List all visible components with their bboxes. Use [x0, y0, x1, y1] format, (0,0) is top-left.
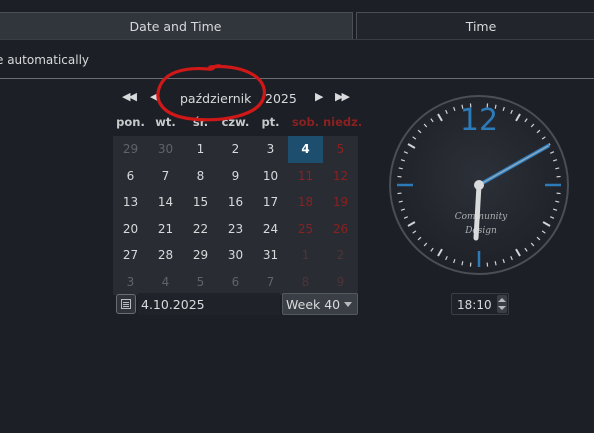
calendar-day[interactable]: 25: [288, 216, 323, 243]
calendar-day[interactable]: 23: [218, 216, 253, 243]
calendar-day[interactable]: 14: [148, 189, 183, 216]
time-spinbox[interactable]: 18:10: [451, 293, 509, 315]
calendar-day[interactable]: 16: [218, 189, 253, 216]
calendar-day[interactable]: 5: [323, 136, 358, 163]
calendar-day[interactable]: 29: [113, 136, 148, 163]
red-circle-annotation: [156, 64, 266, 122]
calendar-day[interactable]: 1: [183, 136, 218, 163]
analog-clock: 12 Community Design: [389, 95, 569, 275]
calendar-day[interactable]: 8: [288, 269, 323, 296]
calendar-day[interactable]: 13: [113, 189, 148, 216]
hour-hand: [473, 182, 482, 241]
clock-numeral-12: 12: [460, 103, 498, 138]
clock-tick: [461, 261, 464, 266]
calendar-day[interactable]: 5: [183, 269, 218, 296]
next-month-icon[interactable]: ▶: [315, 90, 324, 103]
tab-time-label: Time: [465, 18, 497, 34]
set-automatically-label[interactable]: e automatically: [0, 53, 89, 67]
tab-date-and-time[interactable]: Date and Time: [0, 12, 353, 39]
calendar-day[interactable]: 4: [148, 269, 183, 296]
weekday-header: niedz.: [323, 115, 363, 129]
calendar-day[interactable]: 18: [288, 189, 323, 216]
next-year-icon[interactable]: ▶▶: [335, 90, 350, 103]
calendar-day[interactable]: 27: [113, 242, 148, 269]
calendar-day[interactable]: 22: [183, 216, 218, 243]
calendar-day[interactable]: 9: [218, 163, 253, 190]
calendar-day[interactable]: 2: [218, 136, 253, 163]
calendar-day[interactable]: 30: [148, 136, 183, 163]
calendar-day[interactable]: 10: [253, 163, 288, 190]
spin-down-icon[interactable]: [498, 306, 506, 310]
weekday-header: pon.: [116, 115, 145, 129]
clock-tick: [555, 200, 560, 203]
clock-center-pin: [474, 180, 484, 190]
calendar-day[interactable]: 12: [323, 163, 358, 190]
chevron-down-icon: [344, 302, 352, 307]
calendar-day[interactable]: 7: [253, 269, 288, 296]
tab-bar-divider: [0, 39, 594, 40]
calendar-day[interactable]: 7: [148, 163, 183, 190]
calendar-icon[interactable]: [116, 294, 136, 314]
calendar-day[interactable]: 17: [253, 189, 288, 216]
week-selector[interactable]: Week 40: [282, 293, 358, 315]
calendar-day[interactable]: 26: [323, 216, 358, 243]
clock-tick: [555, 167, 560, 170]
calendar-day[interactable]: 30: [218, 242, 253, 269]
weekday-header: sob.: [291, 115, 320, 129]
calendar-day[interactable]: 20: [113, 216, 148, 243]
calendar-day[interactable]: 15: [183, 189, 218, 216]
calendar-day[interactable]: 29: [183, 242, 218, 269]
calendar-day[interactable]: 21: [148, 216, 183, 243]
week-selector-label: Week 40: [286, 296, 341, 312]
calendar-day[interactable]: 1: [288, 242, 323, 269]
calendar-day[interactable]: 28: [148, 242, 183, 269]
time-value: 18:10: [457, 298, 492, 312]
calendar-day[interactable]: 19: [323, 189, 358, 216]
clock-brand-line1: Community: [455, 212, 508, 222]
clock-tick: [398, 167, 403, 170]
calendar-day[interactable]: 6: [218, 269, 253, 296]
previous-year-icon[interactable]: ◀◀: [122, 90, 137, 103]
tab-date-and-time-label: Date and Time: [129, 18, 222, 34]
calendar-day[interactable]: 2: [323, 242, 358, 269]
calendar-day[interactable]: 24: [253, 216, 288, 243]
calendar-day[interactable]: 3: [113, 269, 148, 296]
clock-tick: [494, 261, 497, 266]
calendar-day[interactable]: 6: [113, 163, 148, 190]
date-input[interactable]: [138, 293, 280, 315]
tab-time[interactable]: Time: [356, 12, 594, 39]
section-separator: [0, 78, 594, 79]
calendar-day[interactable]: 11: [288, 163, 323, 190]
calendar-grid: 29 30 1 2 3 4 5 6 7 8 9 10 11 12 13 14 15 16 17 18 19 20 21 22 2…: [113, 136, 358, 295]
calendar-day[interactable]: 3: [253, 136, 288, 163]
time-spinner[interactable]: [497, 295, 507, 313]
clock-tick: [398, 200, 403, 203]
calendar-day[interactable]: 9: [323, 269, 358, 296]
calendar-day[interactable]: 8: [183, 163, 218, 190]
calendar-day[interactable]: 4: [288, 136, 323, 163]
spin-up-icon[interactable]: [498, 298, 506, 302]
calendar-day[interactable]: 31: [253, 242, 288, 269]
clock-brand-line2: Design: [464, 226, 497, 236]
